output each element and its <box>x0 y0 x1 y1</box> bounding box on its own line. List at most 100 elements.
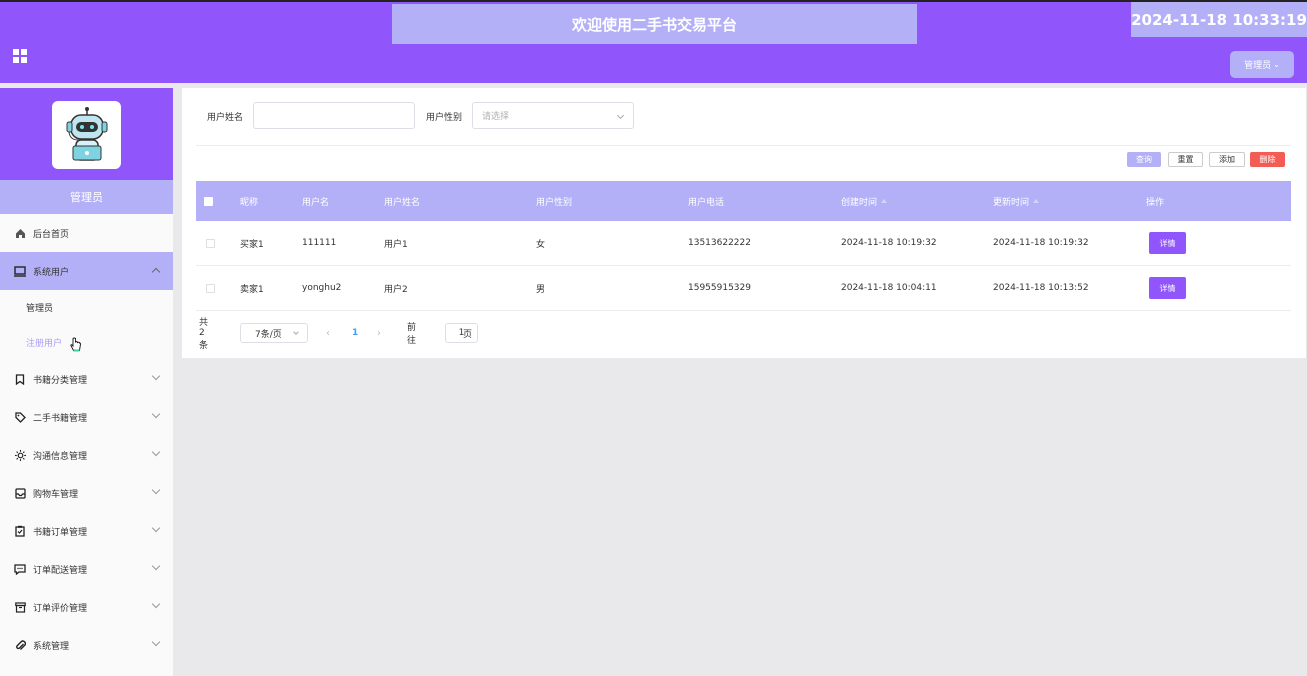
table-row: 买家1 111111 用户1 女 13513622222 2024-11-18 … <box>196 221 1291 266</box>
goto-page-input[interactable]: 1 <box>445 323 478 343</box>
cell-phone: 15955915329 <box>688 283 751 293</box>
column-header-realname: 用户姓名 <box>384 197 421 208</box>
main-panel: 用户姓名 用户性别 请选择 查询 重置 添加 删除 昵称 用户名 用户姓名 用户… <box>182 88 1306 358</box>
tag-icon <box>14 411 26 423</box>
total-count: 共 2 条 <box>199 318 209 351</box>
sidebar-item-label: 购物车管理 <box>33 489 79 500</box>
sidebar-item-book-category[interactable]: 书籍分类管理 <box>0 360 173 398</box>
chevron-down-icon <box>151 409 161 419</box>
sidebar-item-label: 系统用户 <box>33 267 70 278</box>
chevron-down-icon <box>293 329 299 335</box>
sidebar-item-cart[interactable]: 购物车管理 <box>0 474 173 512</box>
prev-page-button[interactable]: ‹ <box>326 323 330 343</box>
sidebar-item-used-books[interactable]: 二手书籍管理 <box>0 398 173 436</box>
sun-icon <box>14 449 26 461</box>
gender-select-placeholder: 请选择 <box>482 112 510 122</box>
sidebar-item-label: 订单配送管理 <box>33 565 88 576</box>
sidebar-item-messages[interactable]: 沟通信息管理 <box>0 436 173 474</box>
avatar <box>52 101 121 169</box>
cell-updated: 2024-11-18 10:13:52 <box>993 283 1089 293</box>
cell-nickname: 买家1 <box>240 239 264 250</box>
add-button[interactable]: 添加 <box>1209 152 1245 167</box>
sort-icon[interactable] <box>1033 199 1040 203</box>
archive-icon <box>14 601 26 613</box>
robot-avatar-icon <box>66 107 107 161</box>
avatar-area <box>0 88 173 180</box>
column-header-gender: 用户性别 <box>536 197 573 208</box>
detail-button[interactable]: 详情 <box>1149 277 1186 299</box>
role-label: 管理员 <box>0 180 173 214</box>
cell-nickname: 卖家1 <box>240 284 264 295</box>
chevron-down-icon <box>151 637 161 647</box>
cell-phone: 13513622222 <box>688 238 751 248</box>
column-header-label: 创建时间 <box>841 197 878 208</box>
datetime-display: 2024-11-18 10:33:19 <box>1131 2 1307 37</box>
admin-dropdown-button[interactable]: 管理员 ⌄ <box>1230 51 1294 78</box>
bookmark-icon <box>14 373 26 385</box>
reset-button[interactable]: 重置 <box>1168 152 1203 167</box>
row-checkbox[interactable] <box>206 239 215 248</box>
divider <box>196 145 1291 146</box>
name-filter-input[interactable] <box>253 102 415 129</box>
home-icon <box>14 227 26 239</box>
sort-icon[interactable] <box>881 199 888 203</box>
clipboard-icon <box>14 525 26 537</box>
select-all-checkbox[interactable] <box>204 197 213 206</box>
sidebar-item-label: 书籍订单管理 <box>33 527 88 538</box>
chevron-up-icon <box>151 267 161 277</box>
site-title: 欢迎使用二手书交易平台 <box>392 4 917 44</box>
sidebar-subitem-admin[interactable]: 管理员 <box>0 290 173 325</box>
page-size-select[interactable]: 7条/页 <box>240 323 308 343</box>
admin-dropdown-label: 管理员 <box>1244 61 1272 71</box>
chevron-down-icon <box>151 599 161 609</box>
sidebar-item-label: 二手书籍管理 <box>33 413 88 424</box>
sidebar-item-delivery[interactable]: 订单配送管理 <box>0 550 173 588</box>
cell-updated: 2024-11-18 10:19:32 <box>993 238 1089 248</box>
chevron-down-icon <box>151 561 161 571</box>
sidebar-item-reviews[interactable]: 订单评价管理 <box>0 588 173 626</box>
goto-label: 前往 <box>407 323 417 346</box>
chevron-down-icon <box>151 485 161 495</box>
inbox-icon <box>14 487 26 499</box>
page-size-label: 7条/页 <box>255 329 282 340</box>
cell-realname: 用户2 <box>384 284 408 295</box>
gender-filter-select[interactable]: 请选择 <box>472 102 634 129</box>
chevron-down-icon <box>151 447 161 457</box>
chevron-down-icon <box>616 111 625 120</box>
table-row: 卖家1 yonghu2 用户2 男 15955915329 2024-11-18… <box>196 266 1291 311</box>
chevron-down-icon: ⌄ <box>1273 60 1280 69</box>
column-header-actions: 操作 <box>1146 197 1165 208</box>
sidebar-subitem-registered-users[interactable]: 注册用户 <box>0 325 173 360</box>
cell-username: yonghu2 <box>302 283 342 293</box>
column-header-username: 用户名 <box>302 197 330 208</box>
delete-button[interactable]: 删除 <box>1250 152 1285 167</box>
cell-gender: 女 <box>536 239 546 250</box>
sidebar-item-label: 沟通信息管理 <box>33 451 88 462</box>
menu-toggle-icon[interactable] <box>13 49 27 63</box>
table-header: 昵称 用户名 用户姓名 用户性别 用户电话 创建时间 更新时间 操作 <box>196 181 1291 221</box>
cell-gender: 男 <box>536 284 546 295</box>
top-header: 欢迎使用二手书交易平台 2024-11-18 10:33:19 管理员 ⌄ <box>0 0 1307 83</box>
column-header-nickname: 昵称 <box>240 197 259 208</box>
sidebar-item-home[interactable]: 后台首页 <box>0 214 173 252</box>
detail-button[interactable]: 详情 <box>1149 232 1186 254</box>
cell-username: 111111 <box>302 238 337 248</box>
sidebar-item-label: 书籍分类管理 <box>33 375 88 386</box>
query-button[interactable]: 查询 <box>1127 152 1161 167</box>
column-header-label: 更新时间 <box>993 197 1030 208</box>
column-header-created[interactable]: 创建时间 <box>841 181 888 221</box>
sidebar-item-label: 系统管理 <box>33 641 70 652</box>
cell-created: 2024-11-18 10:19:32 <box>841 238 937 248</box>
chevron-down-icon <box>151 371 161 381</box>
message-icon <box>14 563 26 575</box>
sidebar-item-system-users[interactable]: 系统用户 <box>0 252 173 290</box>
name-filter-label: 用户姓名 <box>207 113 244 123</box>
sidebar-item-label: 订单评价管理 <box>33 603 88 614</box>
cell-created: 2024-11-18 10:04:11 <box>841 283 937 293</box>
row-checkbox[interactable] <box>206 284 215 293</box>
sidebar-item-book-orders[interactable]: 书籍订单管理 <box>0 512 173 550</box>
next-page-button[interactable]: › <box>377 323 381 343</box>
column-header-updated[interactable]: 更新时间 <box>993 181 1040 221</box>
sidebar-item-system-management[interactable]: 系统管理 <box>0 626 173 664</box>
page-number-current[interactable]: 1 <box>352 323 358 343</box>
